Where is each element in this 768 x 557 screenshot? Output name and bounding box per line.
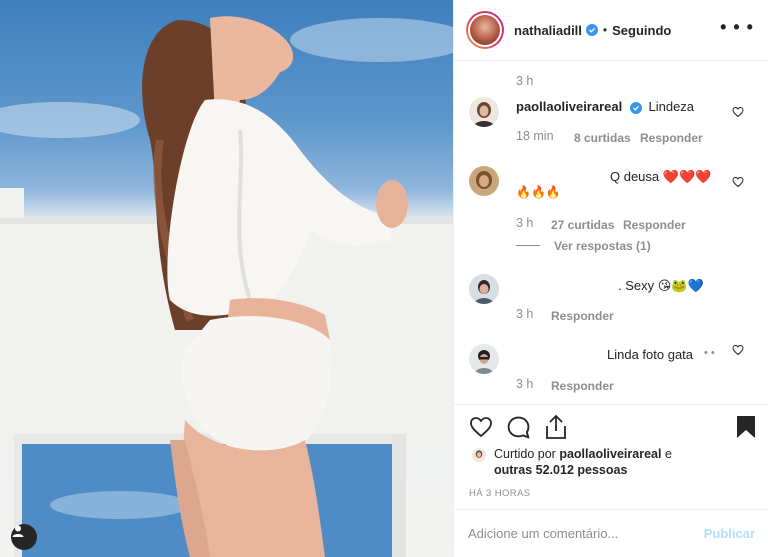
comment-username[interactable]: paollaoliveirareal bbox=[516, 99, 622, 114]
comment-like-heart-icon[interactable] bbox=[732, 344, 744, 356]
liked-by-others[interactable]: outras 52.012 pessoas bbox=[494, 463, 627, 477]
author-avatar[interactable] bbox=[466, 11, 504, 49]
hearts-emoji: ❤️❤️❤️ bbox=[662, 169, 712, 184]
post-actions: Curtido por paollaoliveirareal e outras … bbox=[454, 404, 768, 508]
caption-time: 3 h bbox=[516, 74, 534, 88]
comment-time: 18 min bbox=[516, 129, 554, 143]
comment-time: 3 h bbox=[516, 216, 534, 230]
comment-item: Linda foto gata bbox=[607, 347, 693, 362]
header-separator: • bbox=[602, 23, 608, 37]
post-time-ago[interactable]: HÁ 3 HORAS bbox=[469, 488, 531, 499]
liked-by-prefix: Curtido por bbox=[494, 447, 556, 461]
comment-input[interactable] bbox=[468, 526, 704, 541]
liked-by-conjunction: e bbox=[664, 447, 672, 461]
share-upload-icon[interactable] bbox=[544, 414, 568, 440]
more-options-icon[interactable]: • • • bbox=[720, 18, 754, 38]
replies-divider bbox=[516, 245, 540, 246]
comment-text: . Sexy bbox=[618, 278, 655, 293]
verified-icon bbox=[585, 24, 598, 36]
comment-likes[interactable]: 8 curtidas bbox=[574, 131, 631, 145]
comment-options-icon[interactable]: • • bbox=[704, 347, 715, 359]
comment-text: Q deusa bbox=[610, 169, 660, 184]
comment-text: Lindeza bbox=[648, 99, 695, 114]
verified-icon bbox=[629, 102, 642, 114]
comment-text: Linda foto gata bbox=[607, 347, 694, 362]
view-replies-button[interactable]: Ver respostas (1) bbox=[554, 239, 651, 253]
comment-emoji: 😘🐸💙 bbox=[657, 278, 704, 293]
reply-button[interactable]: Responder bbox=[551, 309, 614, 323]
author-username[interactable]: nathaliadill bbox=[514, 23, 582, 38]
liked-by-avatar[interactable] bbox=[472, 448, 486, 462]
photo-illustration bbox=[0, 16, 453, 557]
following-button[interactable]: Seguindo bbox=[612, 23, 671, 38]
comment-time: 3 h bbox=[516, 377, 534, 391]
post-side-panel: nathaliadill • Seguindo • • • 3 h paolla… bbox=[453, 0, 768, 557]
add-comment-bar: Publicar bbox=[454, 509, 768, 557]
comment-likes[interactable]: 27 curtidas bbox=[551, 218, 614, 232]
post-header: nathaliadill • Seguindo • • • bbox=[454, 0, 768, 61]
comment-time: 3 h bbox=[516, 307, 534, 321]
comments-list: 3 h paollaoliveirareal Lindeza 18 min 8 … bbox=[454, 61, 768, 401]
comment-bubble-icon[interactable] bbox=[506, 415, 531, 440]
like-heart-icon[interactable] bbox=[468, 415, 494, 439]
user-tag-icon[interactable] bbox=[11, 524, 37, 550]
comment-item: paollaoliveirareal Lindeza bbox=[516, 99, 694, 114]
liked-by-user[interactable]: paollaoliveirareal bbox=[559, 447, 661, 461]
comment-avatar[interactable] bbox=[469, 274, 499, 304]
post-photo[interactable] bbox=[0, 0, 453, 557]
reply-button[interactable]: Responder bbox=[623, 218, 686, 232]
comment-avatar[interactable] bbox=[469, 97, 499, 127]
comment-avatar[interactable] bbox=[469, 166, 499, 196]
liked-by-text: Curtido por paollaoliveirareal e outras … bbox=[494, 446, 754, 478]
comment-item: Q deusa ❤️❤️❤️ bbox=[610, 169, 711, 185]
comment-avatar[interactable] bbox=[469, 344, 499, 374]
save-bookmark-icon[interactable] bbox=[736, 415, 756, 439]
comment-item: . Sexy 😘🐸💙 bbox=[618, 278, 704, 294]
comment-like-heart-icon[interactable] bbox=[732, 106, 744, 118]
fire-emoji: 🔥🔥🔥 bbox=[516, 185, 561, 199]
reply-button[interactable]: Responder bbox=[551, 379, 614, 393]
reply-button[interactable]: Responder bbox=[640, 131, 703, 145]
publish-button[interactable]: Publicar bbox=[704, 526, 755, 541]
comment-like-heart-icon[interactable] bbox=[732, 176, 744, 188]
